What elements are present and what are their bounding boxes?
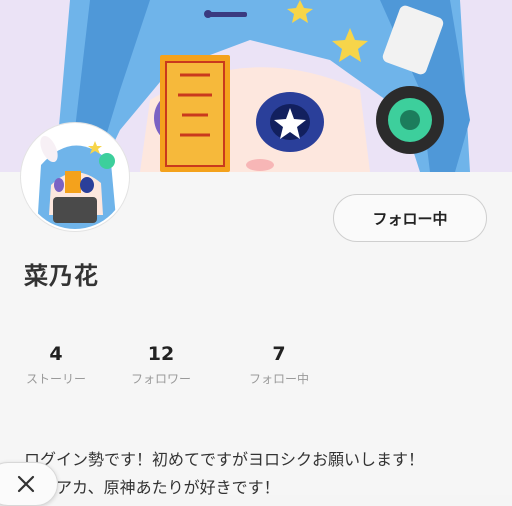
bio-line: アカ、原神あたりが好きです！ <box>56 478 280 497</box>
bio-line: ログイン勢です！初めてですがヨロシクお願いします！ <box>24 450 425 469</box>
stat-following[interactable]: 7 フォロー中 <box>224 342 334 387</box>
following-button-label: フォロー中 <box>372 209 448 228</box>
stat-stories[interactable]: 4 ストーリー <box>1 342 111 387</box>
following-button[interactable]: フォロー中 <box>333 194 487 242</box>
close-icon <box>17 475 35 493</box>
profile-bio: ログイン勢です！初めてですがヨロシクお願いします！ アカ、原神あたりが好きです！ <box>24 446 504 502</box>
stat-stories-count: 4 <box>49 343 63 365</box>
stat-followers[interactable]: 12 フォロワー <box>106 342 216 387</box>
stat-following-count: 7 <box>272 343 286 365</box>
avatar-image[interactable] <box>21 123 129 231</box>
display-name: 菜乃花 <box>24 262 99 290</box>
close-button[interactable] <box>0 462 58 506</box>
stat-followers-count: 12 <box>147 343 175 365</box>
stat-stories-label: ストーリー <box>25 372 86 386</box>
stat-following-label: フォロー中 <box>248 372 309 386</box>
stat-followers-label: フォロワー <box>130 372 191 386</box>
